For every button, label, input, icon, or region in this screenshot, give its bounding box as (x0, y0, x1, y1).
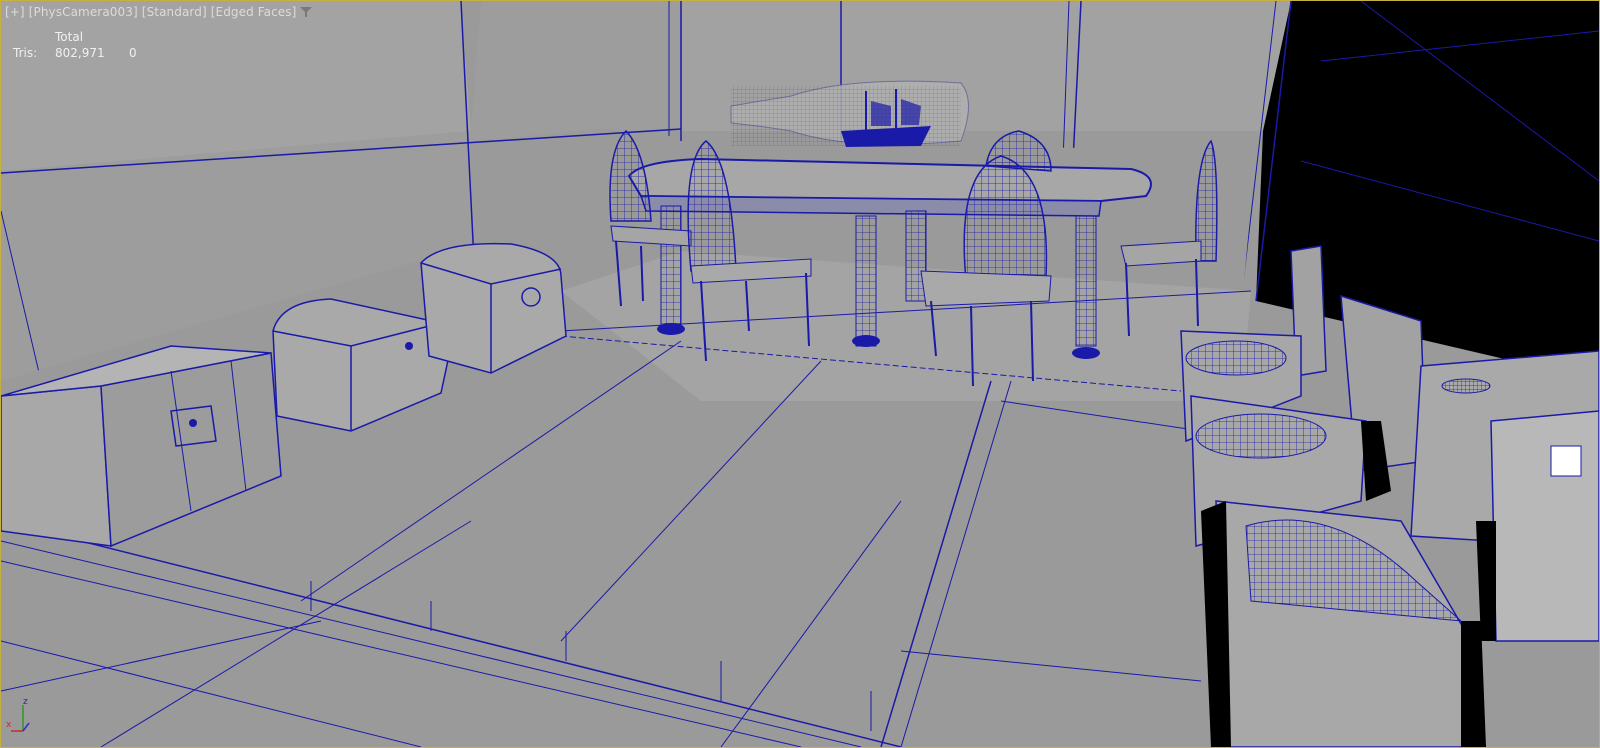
viewport-general-menu[interactable]: [+] (5, 5, 25, 19)
viewport-shading-quality-menu[interactable]: [Standard] (142, 5, 207, 19)
perspective-viewport[interactable]: [+] [PhysCamera003] [Standard] [Edged Fa… (0, 0, 1600, 748)
chair-back-right[interactable] (985, 130, 1052, 172)
axis-z-label: z (23, 697, 28, 707)
axis-gizmo-icon: z x (6, 697, 30, 732)
tris-total-value: 802,971 (55, 46, 105, 60)
viewport-display-mode-menu[interactable]: [Edged Faces] (211, 5, 297, 19)
viewport-label-menu: [+] [PhysCamera003] [Standard] [Edged Fa… (5, 5, 313, 19)
tris-label: Tris: (13, 46, 38, 60)
scene-wireframe (1, 1, 1599, 747)
tris-selected-value: 0 (129, 46, 137, 60)
stats-header: Total (55, 30, 84, 44)
axis-x-label: x (6, 720, 12, 730)
viewport-camera-menu[interactable]: [PhysCamera003] (29, 5, 138, 19)
funnel-icon[interactable] (300, 6, 313, 18)
